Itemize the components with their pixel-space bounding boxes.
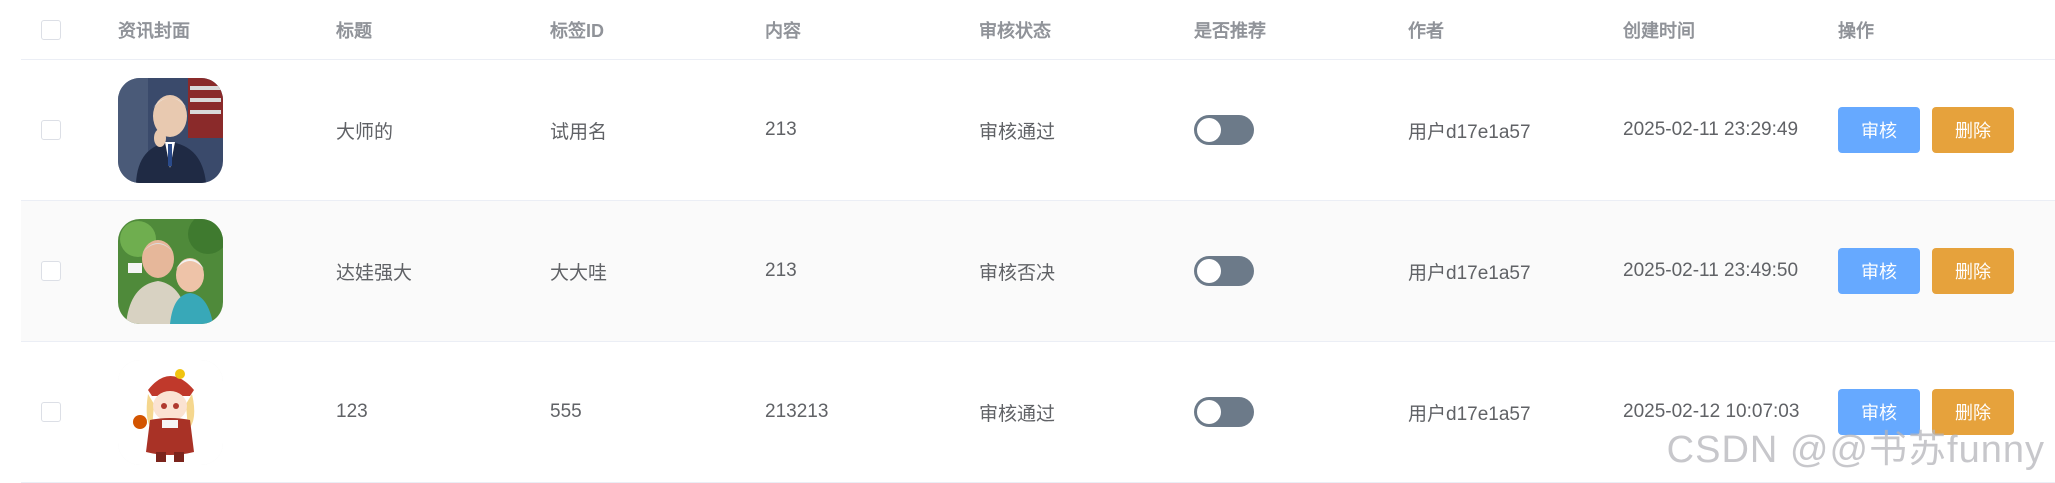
delete-button[interactable]: 删除 — [1932, 107, 2014, 153]
row-checkbox[interactable] — [41, 261, 61, 281]
row-author: 用户d17e1a57 — [1408, 121, 1531, 143]
news-table: 资讯封面 标题 标签ID 内容 审核状态 是否推荐 作者 创建时间 操作 大师的… — [21, 0, 2055, 483]
row-created-at: 2025-02-11 23:29:49 — [1623, 119, 1799, 140]
row-content: 213 — [765, 119, 797, 140]
delete-button[interactable]: 删除 — [1932, 248, 2014, 294]
toggle-knob — [1197, 259, 1221, 283]
row-author: 用户d17e1a57 — [1408, 403, 1531, 425]
table-row: 大师的 试用名 213 审核通过 用户d17e1a57 2025-02-11 2… — [21, 60, 2055, 201]
table-header: 资讯封面 标题 标签ID 内容 审核状态 是否推荐 作者 创建时间 操作 — [21, 0, 2055, 60]
table-row: 123 555 213213 审核通过 用户d17e1a57 2025-02-1… — [21, 342, 2055, 483]
recommend-toggle[interactable] — [1194, 397, 1254, 427]
row-status: 审核通过 — [979, 121, 1056, 143]
couple-photo-icon — [118, 218, 223, 324]
header-tag-id: 标签ID — [550, 20, 604, 41]
review-button[interactable]: 审核 — [1838, 248, 1920, 294]
recommend-toggle[interactable] — [1194, 115, 1254, 145]
review-button[interactable]: 审核 — [1838, 389, 1920, 435]
header-actions: 操作 — [1838, 20, 1874, 41]
row-tag-id: 大大哇 — [550, 262, 608, 284]
row-title: 达娃强大 — [336, 262, 413, 284]
row-checkbox[interactable] — [41, 402, 61, 422]
header-title: 标题 — [336, 20, 372, 41]
row-tag-id: 555 — [550, 401, 582, 422]
row-created-at: 2025-02-11 23:49:50 — [1623, 260, 1799, 281]
select-all-cell — [35, 0, 75, 59]
anime-character-icon — [118, 359, 223, 465]
review-button[interactable]: 审核 — [1838, 107, 1920, 153]
recommend-toggle[interactable] — [1194, 256, 1254, 286]
row-status: 审核通过 — [979, 403, 1056, 425]
select-all-checkbox[interactable] — [41, 19, 61, 40]
row-status: 审核否决 — [979, 262, 1056, 284]
toggle-knob — [1197, 400, 1221, 424]
delete-button[interactable]: 删除 — [1932, 389, 2014, 435]
row-title: 大师的 — [336, 121, 394, 143]
toggle-knob — [1197, 118, 1221, 142]
row-content: 213 — [765, 260, 797, 281]
row-created-at: 2025-02-12 10:07:03 — [1623, 401, 1800, 422]
row-author: 用户d17e1a57 — [1408, 262, 1531, 284]
row-checkbox[interactable] — [41, 120, 61, 140]
header-author: 作者 — [1408, 20, 1444, 41]
header-recommended: 是否推荐 — [1194, 20, 1266, 41]
header-cover: 资讯封面 — [118, 20, 190, 41]
portrait-photo-icon — [118, 77, 223, 183]
row-content: 213213 — [765, 401, 829, 422]
row-tag-id: 试用名 — [550, 121, 608, 143]
header-created-at: 创建时间 — [1623, 20, 1695, 41]
header-status: 审核状态 — [979, 20, 1051, 41]
table-row: 达娃强大 大大哇 213 审核否决 用户d17e1a57 2025-02-11 … — [21, 201, 2055, 342]
header-content: 内容 — [765, 20, 801, 41]
row-title: 123 — [336, 401, 368, 422]
